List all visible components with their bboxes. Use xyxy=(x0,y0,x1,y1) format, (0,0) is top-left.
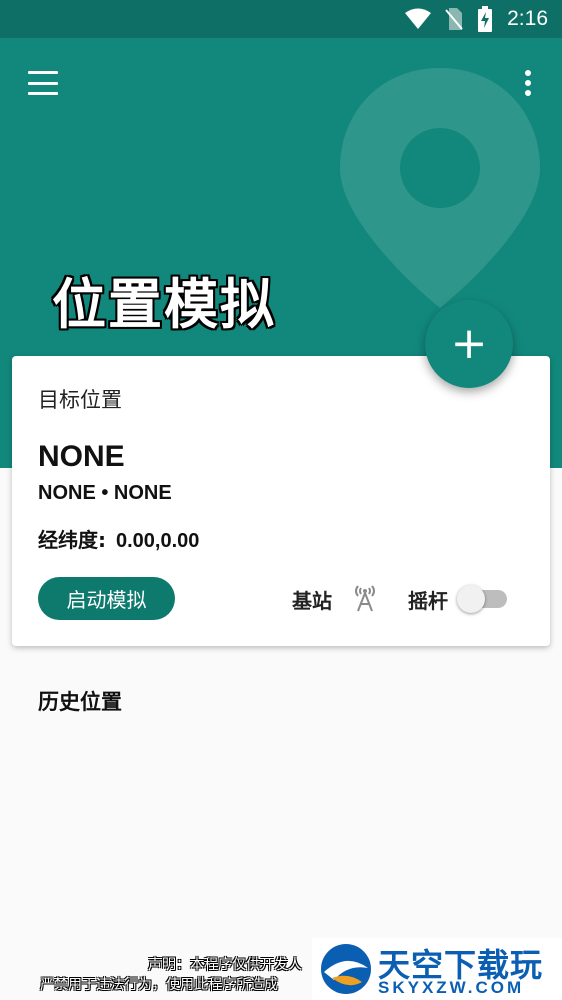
location-subtitle: NONE • NONE xyxy=(38,482,172,504)
wifi-icon xyxy=(405,8,432,29)
site-watermark: 天空下载玩 SKYXZW.COM xyxy=(312,938,562,1000)
coordinates-label: 经纬度: xyxy=(38,528,106,552)
hamburger-menu-icon[interactable] xyxy=(26,68,60,98)
joystick-label: 摇杆 xyxy=(408,589,448,613)
history-title: 历史位置 xyxy=(38,690,122,714)
joystick-toggle[interactable] xyxy=(457,585,509,613)
disclaimer-line-1: 声明：本程序仅供开发人 xyxy=(148,957,302,973)
page-title: 位置模拟 xyxy=(52,273,276,336)
base-station-label: 基站 xyxy=(292,589,332,613)
more-vert-icon[interactable] xyxy=(514,66,542,100)
add-location-fab[interactable]: + xyxy=(425,300,513,388)
status-time: 2:16 xyxy=(507,7,548,30)
start-simulation-button[interactable]: 启动模拟 xyxy=(38,577,175,620)
watermark-en: SKYXZW.COM xyxy=(378,978,525,997)
location-name: NONE xyxy=(38,440,125,473)
no-sim-icon xyxy=(445,8,463,30)
battery-charging-icon xyxy=(478,6,493,32)
target-location-label: 目标位置 xyxy=(38,388,122,412)
toggle-thumb xyxy=(457,585,485,613)
coordinates-value: 0.00,0.00 xyxy=(116,530,200,552)
status-bar: 2:16 xyxy=(0,0,562,38)
coordinates-row: 经纬度: 0.00,0.00 xyxy=(38,524,199,553)
cell-tower-icon[interactable] xyxy=(352,582,378,612)
disclaimer-line-2: 严禁用于违法行为，使用此程序所造成 xyxy=(40,977,278,993)
target-location-card: 目标位置 NONE NONE • NONE 经纬度: 0.00,0.00 启动模拟… xyxy=(12,356,550,646)
disclaimer-text: 声明：本程序仅供开发人 严禁用于违法行为，使用此程序所造成 xyxy=(40,955,340,995)
site-logo-icon xyxy=(321,944,371,994)
